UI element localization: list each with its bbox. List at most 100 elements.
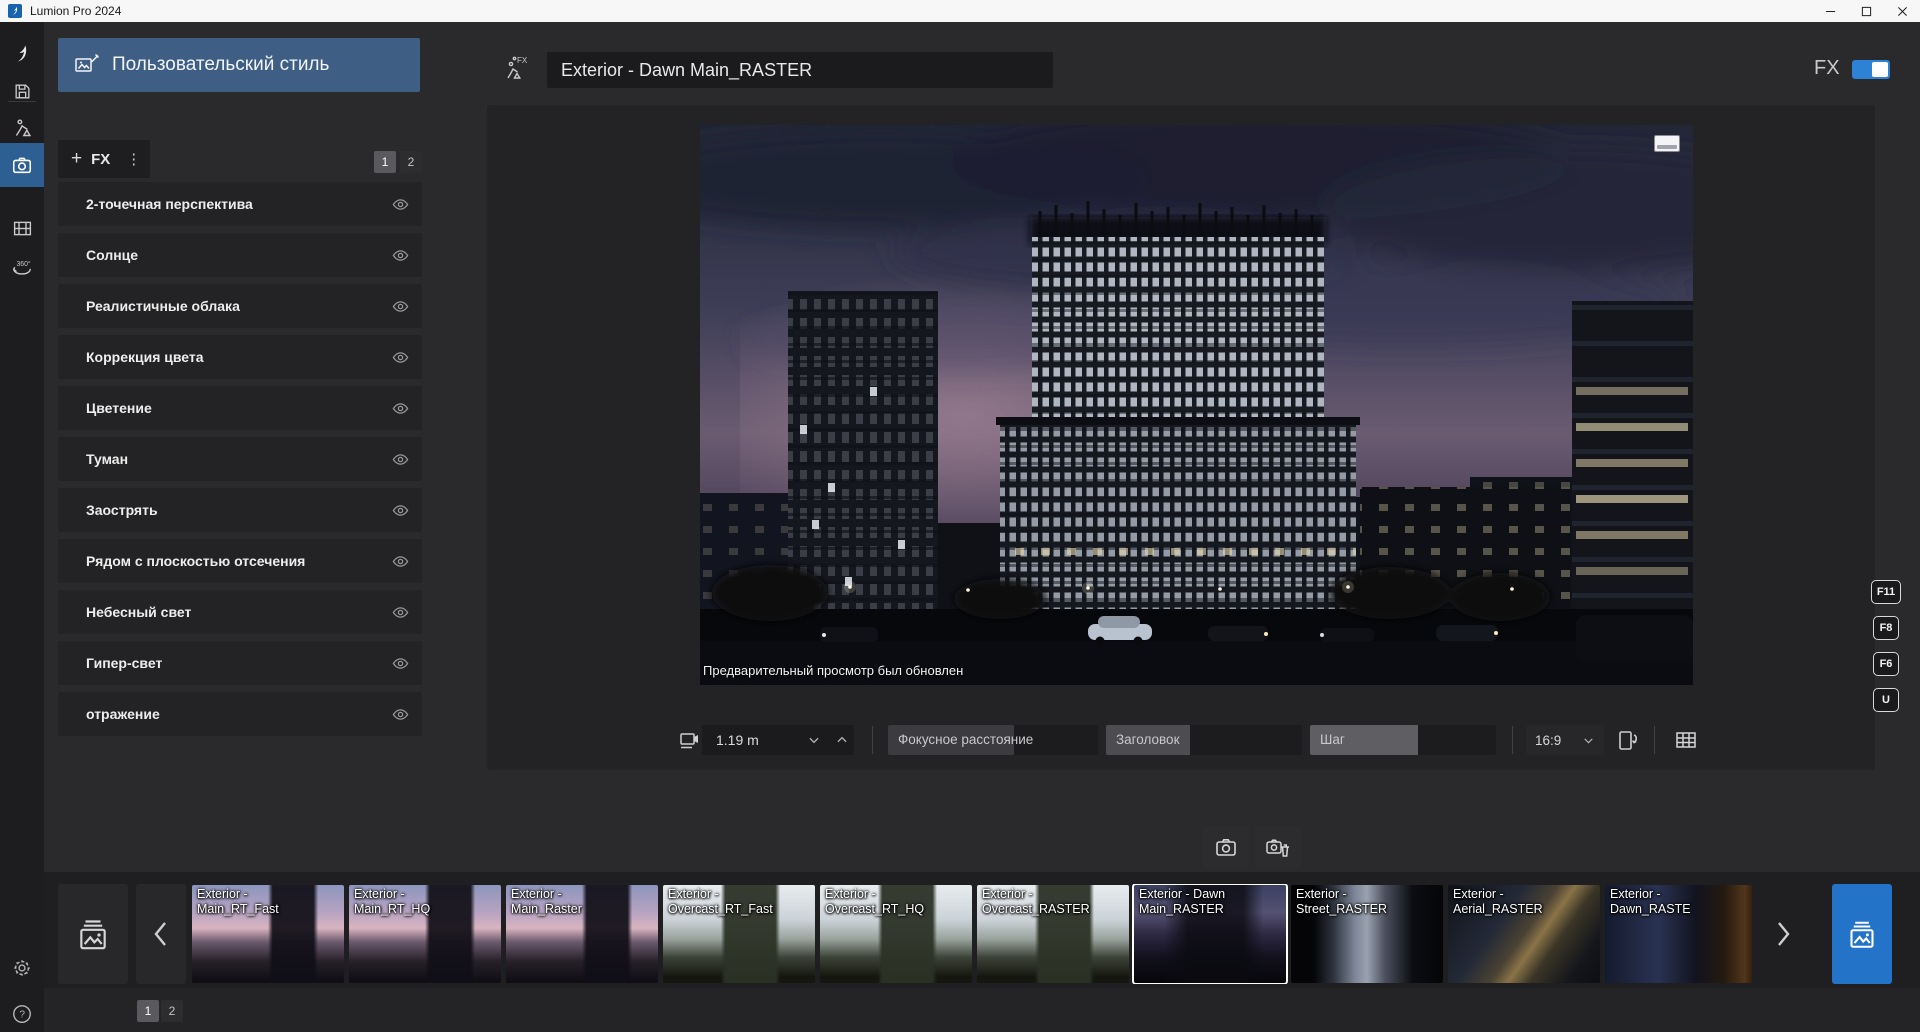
aspect-ratio-select[interactable]: 16:9 bbox=[1526, 725, 1604, 755]
thumbnail-exterior-dawn-raster[interactable]: Exterior -Dawn_RASTE bbox=[1605, 885, 1752, 983]
fx-page-2[interactable]: 2 bbox=[400, 151, 422, 173]
thumbnail-exterior-main-rt-fast[interactable]: Exterior -Main_RT_Fast bbox=[192, 885, 344, 983]
effect-row-near-clip-plane[interactable]: Рядом с плоскостью отсечения bbox=[58, 539, 422, 583]
photo-sets-button[interactable] bbox=[58, 884, 128, 984]
strip-scroll-right-button[interactable] bbox=[1758, 884, 1808, 984]
visibility-eye-icon[interactable] bbox=[392, 604, 409, 621]
effect-row-sharpen[interactable]: Заострять bbox=[58, 488, 422, 532]
orientation-rotate-icon[interactable] bbox=[1614, 724, 1644, 756]
effect-row-fog[interactable]: Туман bbox=[58, 437, 422, 481]
thumb-label-line1: Exterior - Dawn bbox=[1139, 887, 1225, 901]
effect-label: Коррекция цвета bbox=[86, 349, 204, 365]
panorama-360-icon[interactable]: 360° bbox=[0, 250, 44, 286]
thumb-label-line2: Main_Raster bbox=[511, 902, 582, 916]
thumb-label-line1: Exterior - bbox=[1453, 887, 1504, 901]
effect-row-hyperlight[interactable]: Гипер-свет bbox=[58, 641, 422, 685]
thumbnail-strip: Exterior -Main_RT_Fast Exterior -Main_RT… bbox=[192, 884, 1752, 984]
camera-height-value: 1.19 m bbox=[716, 732, 759, 748]
build-mode-icon[interactable] bbox=[0, 110, 44, 146]
add-fx-button[interactable]: + FX ⋮ bbox=[58, 140, 150, 178]
shortcut-f11: F11 bbox=[1871, 580, 1901, 604]
preview-status-message: Предварительный просмотр был обновлен bbox=[703, 663, 963, 678]
thumb-label-line2: Main_RT_HQ bbox=[354, 902, 430, 916]
visibility-eye-icon[interactable] bbox=[392, 706, 409, 723]
grid-icon[interactable] bbox=[1672, 726, 1700, 754]
thumbnail-exterior-overcast-raster[interactable]: Exterior -Overcast_RASTER bbox=[977, 885, 1129, 983]
thumbnail-exterior-overcast-rt-fast[interactable]: Exterior -Overcast_RT_Fast bbox=[663, 885, 815, 983]
minimize-button[interactable] bbox=[1812, 0, 1848, 22]
style-image-wand-icon bbox=[74, 53, 100, 77]
visibility-eye-icon[interactable] bbox=[392, 349, 409, 366]
thumbnail-exterior-aerial-raster[interactable]: Exterior -Aerial_RASTER bbox=[1448, 885, 1600, 983]
take-photo-button[interactable] bbox=[1203, 826, 1249, 868]
step-field[interactable]: Шаг bbox=[1310, 725, 1496, 755]
chevron-down-icon bbox=[1582, 734, 1595, 747]
caption-placeholder: Заголовок bbox=[1116, 732, 1179, 747]
caption-field[interactable]: Заголовок bbox=[1106, 725, 1302, 755]
visibility-eye-icon[interactable] bbox=[392, 451, 409, 468]
photo-fx-person-icon: FX bbox=[502, 52, 536, 86]
close-button[interactable] bbox=[1884, 0, 1920, 22]
visibility-eye-icon[interactable] bbox=[392, 247, 409, 264]
effect-row-sun[interactable]: Солнце bbox=[58, 233, 422, 277]
visibility-eye-icon[interactable] bbox=[392, 502, 409, 519]
strip-page-1[interactable]: 1 bbox=[137, 1000, 159, 1022]
strip-scroll-left-button[interactable] bbox=[136, 884, 186, 984]
movie-mode-icon[interactable] bbox=[0, 210, 44, 246]
thumb-label-line1: Exterior - bbox=[511, 887, 562, 901]
thumbnail-exterior-street-raster[interactable]: Exterior -Street_RASTER bbox=[1291, 885, 1443, 983]
photo-name-input[interactable] bbox=[547, 52, 1053, 88]
window-titlebar: Lumion Pro 2024 bbox=[0, 0, 1920, 22]
delete-photo-button[interactable] bbox=[1255, 826, 1301, 868]
fx-toggle-switch[interactable] bbox=[1852, 60, 1890, 79]
thumb-label-line1: Exterior - bbox=[825, 887, 876, 901]
thumbnail-exterior-main-raster[interactable]: Exterior -Main_Raster bbox=[506, 885, 658, 983]
effect-row-realistic-clouds[interactable]: Реалистичные облака bbox=[58, 284, 422, 328]
lumion-home-icon[interactable] bbox=[0, 36, 44, 72]
effect-row-two-point-perspective[interactable]: 2-точечная перспектива bbox=[58, 182, 422, 226]
fx-menu-kebab-icon[interactable]: ⋮ bbox=[126, 150, 141, 168]
bottom-band bbox=[44, 988, 1920, 1032]
thumb-label-line1: Exterior - bbox=[982, 887, 1033, 901]
thumb-label-line2: Overcast_RT_Fast bbox=[668, 902, 773, 916]
effect-label: Небесный свет bbox=[86, 604, 191, 620]
visibility-eye-icon[interactable] bbox=[392, 298, 409, 315]
thumbnail-exterior-main-rt-hq[interactable]: Exterior -Main_RT_HQ bbox=[349, 885, 501, 983]
effect-row-bloom[interactable]: Цветение bbox=[58, 386, 422, 430]
svg-text:FX: FX bbox=[517, 56, 528, 65]
thumb-label-line1: Exterior - bbox=[197, 887, 248, 901]
visibility-eye-icon[interactable] bbox=[392, 553, 409, 570]
thumb-label-line1: Exterior - bbox=[668, 887, 719, 901]
settings-gear-icon[interactable] bbox=[0, 950, 44, 986]
preview-mode-thumbnail-button[interactable] bbox=[1654, 135, 1680, 152]
help-icon[interactable]: ? bbox=[0, 996, 44, 1032]
visibility-eye-icon[interactable] bbox=[392, 400, 409, 417]
fx-toggle-label: FX bbox=[1814, 57, 1840, 80]
strip-page-2[interactable]: 2 bbox=[161, 1000, 183, 1022]
visibility-eye-icon[interactable] bbox=[392, 655, 409, 672]
shortcut-u: U bbox=[1873, 688, 1899, 712]
focal-length-field[interactable]: Фокусное расстояние bbox=[888, 725, 1098, 755]
thumb-label-line2: Dawn_RASTE bbox=[1610, 902, 1691, 916]
photo-collection-button[interactable] bbox=[1832, 884, 1892, 984]
thumb-label-line2: Main_RT_Fast bbox=[197, 902, 279, 916]
thumb-label-line1: Exterior - bbox=[354, 887, 405, 901]
camera-height-select[interactable]: 1.19 m bbox=[702, 725, 854, 755]
effect-row-reflection[interactable]: отражение bbox=[58, 692, 422, 736]
save-icon[interactable] bbox=[0, 73, 44, 109]
effect-row-color-correction[interactable]: Коррекция цвета bbox=[58, 335, 422, 379]
effect-row-sky-light[interactable]: Небесный свет bbox=[58, 590, 422, 634]
visibility-eye-icon[interactable] bbox=[392, 196, 409, 213]
effect-label: Гипер-свет bbox=[86, 655, 162, 671]
thumbnail-exterior-dawn-main-raster-selected[interactable]: Exterior - DawnMain_RASTER bbox=[1134, 885, 1286, 983]
chevron-up-icon[interactable] bbox=[835, 733, 849, 747]
photo-mode-button[interactable] bbox=[0, 143, 44, 187]
effect-label: Рядом с плоскостью отсечения bbox=[86, 553, 305, 569]
fx-page-1[interactable]: 1 bbox=[374, 151, 396, 173]
thumbnail-exterior-overcast-rt-hq[interactable]: Exterior -Overcast_RT_HQ bbox=[820, 885, 972, 983]
maximize-button[interactable] bbox=[1848, 0, 1884, 22]
chevron-down-icon[interactable] bbox=[807, 733, 821, 747]
thumb-label-line1: Exterior - bbox=[1296, 887, 1347, 901]
custom-style-button[interactable]: Пользовательский стиль bbox=[58, 38, 420, 92]
thumb-label-line1: Exterior - bbox=[1610, 887, 1661, 901]
